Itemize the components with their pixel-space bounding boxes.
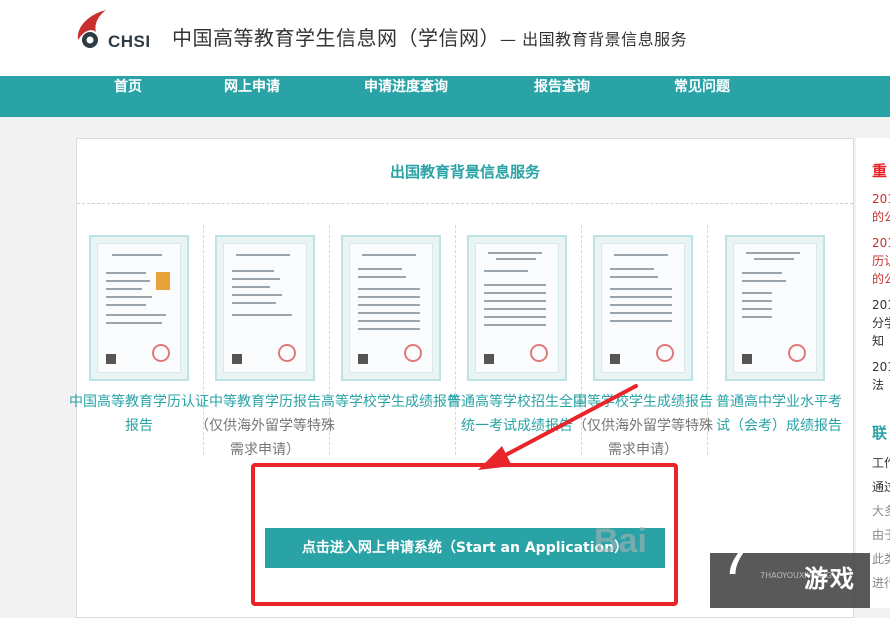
notice-item[interactable]: 201 xyxy=(872,296,890,314)
main-nav: 首页 网上申请 申请进度查询 报告查询 常见问题 xyxy=(0,76,890,117)
notice-item[interactable]: 分学 xyxy=(872,314,890,332)
nav-report-query[interactable]: 报告查询 xyxy=(534,76,590,117)
site-subtitle: — 出国教育背景信息服务 xyxy=(500,30,688,49)
nav-faq[interactable]: 常见问题 xyxy=(674,76,730,117)
report-thumbnail[interactable] xyxy=(89,235,189,381)
chsi-logo[interactable]: CHSI xyxy=(72,6,160,56)
notice-title: 重 xyxy=(872,162,888,180)
notice-item[interactable]: 法 xyxy=(872,376,884,394)
notice-item[interactable]: 历认 xyxy=(872,252,890,270)
contact-item: 工作 xyxy=(872,456,890,470)
report-name-text[interactable]: 中等学校学生成绩报告 xyxy=(573,394,713,410)
report-name-text[interactable]: 普通高中学业水平考试（会考）成绩报告 xyxy=(716,394,842,434)
notice-item[interactable]: 知 xyxy=(872,332,884,350)
notice-item[interactable]: 201 xyxy=(872,190,890,208)
report-thumbnail[interactable] xyxy=(467,235,567,381)
nav-online-apply[interactable]: 网上申请 xyxy=(224,76,280,117)
report-name[interactable]: 普通高中学业水平考试（会考）成绩报告 xyxy=(712,390,846,438)
notice-item[interactable]: 的公 xyxy=(872,270,890,288)
panel-title: 出国教育背景信息服务 xyxy=(389,163,540,181)
report-name-text[interactable]: 普通高等学校招生全国统一考试成绩报告 xyxy=(447,394,587,434)
report-name[interactable]: 中等学校学生成绩报告 （仅供海外留学等特殊需求申请） xyxy=(568,390,718,462)
report-thumbnail[interactable] xyxy=(341,235,441,381)
watermark-logo-icon: 7 xyxy=(724,539,747,583)
watermark-badge: 7 7HAOYOUXIWANG 游戏 xyxy=(710,539,870,608)
report-thumbnail[interactable] xyxy=(725,235,825,381)
contact-item: 大多 xyxy=(872,504,890,518)
notice-item[interactable]: 的公 xyxy=(872,208,890,226)
watermark-text: Bai xyxy=(594,522,647,560)
report-thumbnail[interactable] xyxy=(215,235,315,381)
contact-item: 通过 xyxy=(872,480,890,494)
notice-item[interactable]: 201 xyxy=(872,358,890,376)
report-thumbnail[interactable] xyxy=(593,235,693,381)
watermark-badge-text: 游戏 xyxy=(804,565,856,593)
panel-divider xyxy=(77,203,853,204)
contact-title: 联 xyxy=(872,424,888,442)
report-note: （仅供海外留学等特殊需求申请） xyxy=(195,418,335,458)
notice-item[interactable]: 201 xyxy=(872,234,890,252)
report-name-text[interactable]: 中等教育学历报告 xyxy=(209,394,321,410)
contact-item: 此类 xyxy=(872,552,890,566)
site-title: 中国高等教育学生信息网（学信网）— 出国教育背景信息服务 xyxy=(172,22,687,51)
nav-home[interactable]: 首页 xyxy=(114,76,142,117)
logo-text: CHSI xyxy=(108,32,151,51)
contact-item: 进行 xyxy=(872,576,890,590)
site-header: CHSI 中国高等教育学生信息网（学信网）— 出国教育背景信息服务 xyxy=(0,0,890,76)
report-note: （仅供海外留学等特殊需求申请） xyxy=(573,418,713,458)
contact-item: 由于 xyxy=(872,528,890,542)
report-name-text[interactable]: 中国高等教育学历认证报告 xyxy=(69,394,209,434)
nav-progress-query[interactable]: 申请进度查询 xyxy=(364,76,448,117)
site-title-text: 中国高等教育学生信息网（学信网） xyxy=(172,26,500,50)
report-name-text[interactable]: 高等学校学生成绩报告 xyxy=(321,394,461,410)
right-sidebar: 重 201 的公 201 历认 的公 201 分学 知 201 法 联 工作 通… xyxy=(856,138,890,608)
